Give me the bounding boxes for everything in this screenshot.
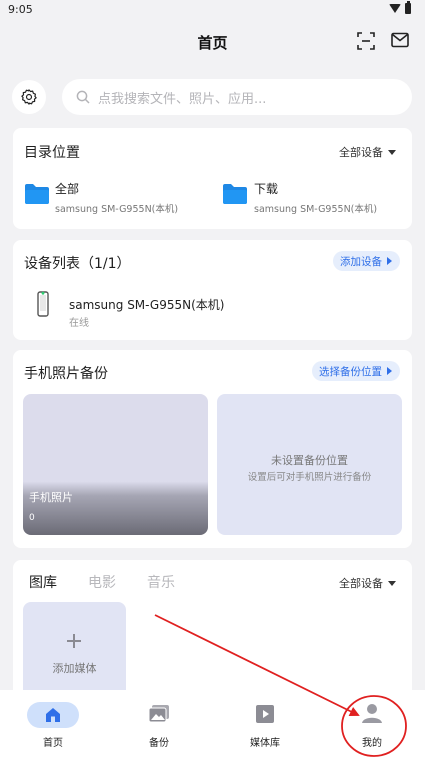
folder-device: samsung SM-G955N(本机) [55,204,179,215]
home-icon-container [27,702,79,728]
folder-all[interactable]: 全部 samsung SM-G955N(本机) [24,180,178,215]
gear-icon [21,89,37,105]
device-status: 在线 [69,318,89,329]
photo-backup-icon [148,705,169,723]
photo-backup-icon-container [148,704,170,728]
unset-subtitle: 设置后可对手机照片进行备份 [247,472,372,483]
top-header: 首页 [0,22,425,62]
tab-movies[interactable]: 电影 [88,572,116,592]
phone-photos-album[interactable]: 手机照片 0 [23,394,208,535]
media-device-filter[interactable]: 全部设备 [339,575,396,591]
scan-button[interactable] [357,32,375,50]
folder-name: 下载 [254,182,279,196]
device-filter-label: 全部设备 [339,146,383,159]
add-media-button[interactable]: 添加媒体 [23,602,126,702]
device-list-card: 设备列表（1/1） 添加设备 samsung SM-G955N(本机) 在线 [13,240,412,340]
add-media-label: 添加媒体 [52,662,97,675]
nav-label-mine: 我的 [362,738,382,749]
album-count: 0 [29,513,35,523]
scan-icon [357,32,375,50]
person-icon-container [361,702,383,728]
device-name: samsung SM-G955N(本机) [69,298,225,312]
device-list-title: 设备列表（1/1） [24,256,131,272]
nav-media-library[interactable]: 媒体库 [212,690,318,757]
caret-down-icon [388,580,396,586]
directory-device-filter[interactable]: 全部设备 [339,144,396,160]
settings-button[interactable] [12,80,46,114]
bottom-nav: 首页 备份 媒体库 我的 [0,690,425,757]
folder-name: 全部 [55,182,80,196]
directory-card: 目录位置 全部设备 全部 samsung SM-G955N(本机) 下载 sam… [13,128,412,229]
nav-label-home: 首页 [43,738,63,749]
chevron-right-icon [387,257,392,265]
photo-backup-title: 手机照片备份 [24,366,108,382]
select-backup-location-label: 选择备份位置 [319,365,382,378]
photo-backup-card: 手机照片备份 选择备份位置 手机照片 0 未设置备份位置 设置后可对手机照片进行… [13,350,412,548]
battery-icon [405,1,411,14]
directory-title: 目录位置 [24,145,80,161]
status-time: 9:05 [8,3,33,16]
album-label: 手机照片 [29,491,73,504]
select-backup-location-button[interactable]: 选择备份位置 [312,361,400,381]
add-device-label: 添加设备 [340,255,382,268]
device-filter-label: 全部设备 [339,577,383,590]
folder-device: samsung SM-G955N(本机) [254,204,378,215]
home-icon [46,708,60,722]
backup-location-placeholder[interactable]: 未设置备份位置 设置后可对手机照片进行备份 [217,394,402,535]
add-device-button[interactable]: 添加设备 [333,251,400,271]
person-icon [362,704,382,723]
nav-backup[interactable]: 备份 [106,690,212,757]
search-placeholder: 点我搜索文件、照片、应用... [98,91,267,107]
unset-title: 未设置备份位置 [271,454,348,467]
wifi-icon [389,4,401,13]
status-icons [389,1,411,14]
phone-icon [37,291,49,317]
message-button[interactable] [391,32,411,50]
folder-icon [223,184,247,204]
media-card: 图库 电影 音乐 全部设备 添加媒体 [13,560,412,710]
status-bar: 9:05 [0,0,425,22]
caret-down-icon [388,149,396,155]
tab-music[interactable]: 音乐 [147,572,175,592]
nav-label-media-library: 媒体库 [250,738,280,749]
mail-icon [391,32,409,48]
search-input[interactable]: 点我搜索文件、照片、应用... [62,79,412,115]
nav-label-backup: 备份 [149,738,169,749]
folder-download[interactable]: 下载 samsung SM-G955N(本机) [222,180,377,215]
media-library-icon [256,705,274,723]
media-library-icon-container [254,704,276,728]
tab-gallery[interactable]: 图库 [29,572,57,592]
folder-icon [25,184,49,204]
nav-home[interactable]: 首页 [0,690,106,757]
search-icon [76,90,90,104]
chevron-right-icon [387,367,392,375]
nav-mine[interactable]: 我的 [319,690,425,757]
